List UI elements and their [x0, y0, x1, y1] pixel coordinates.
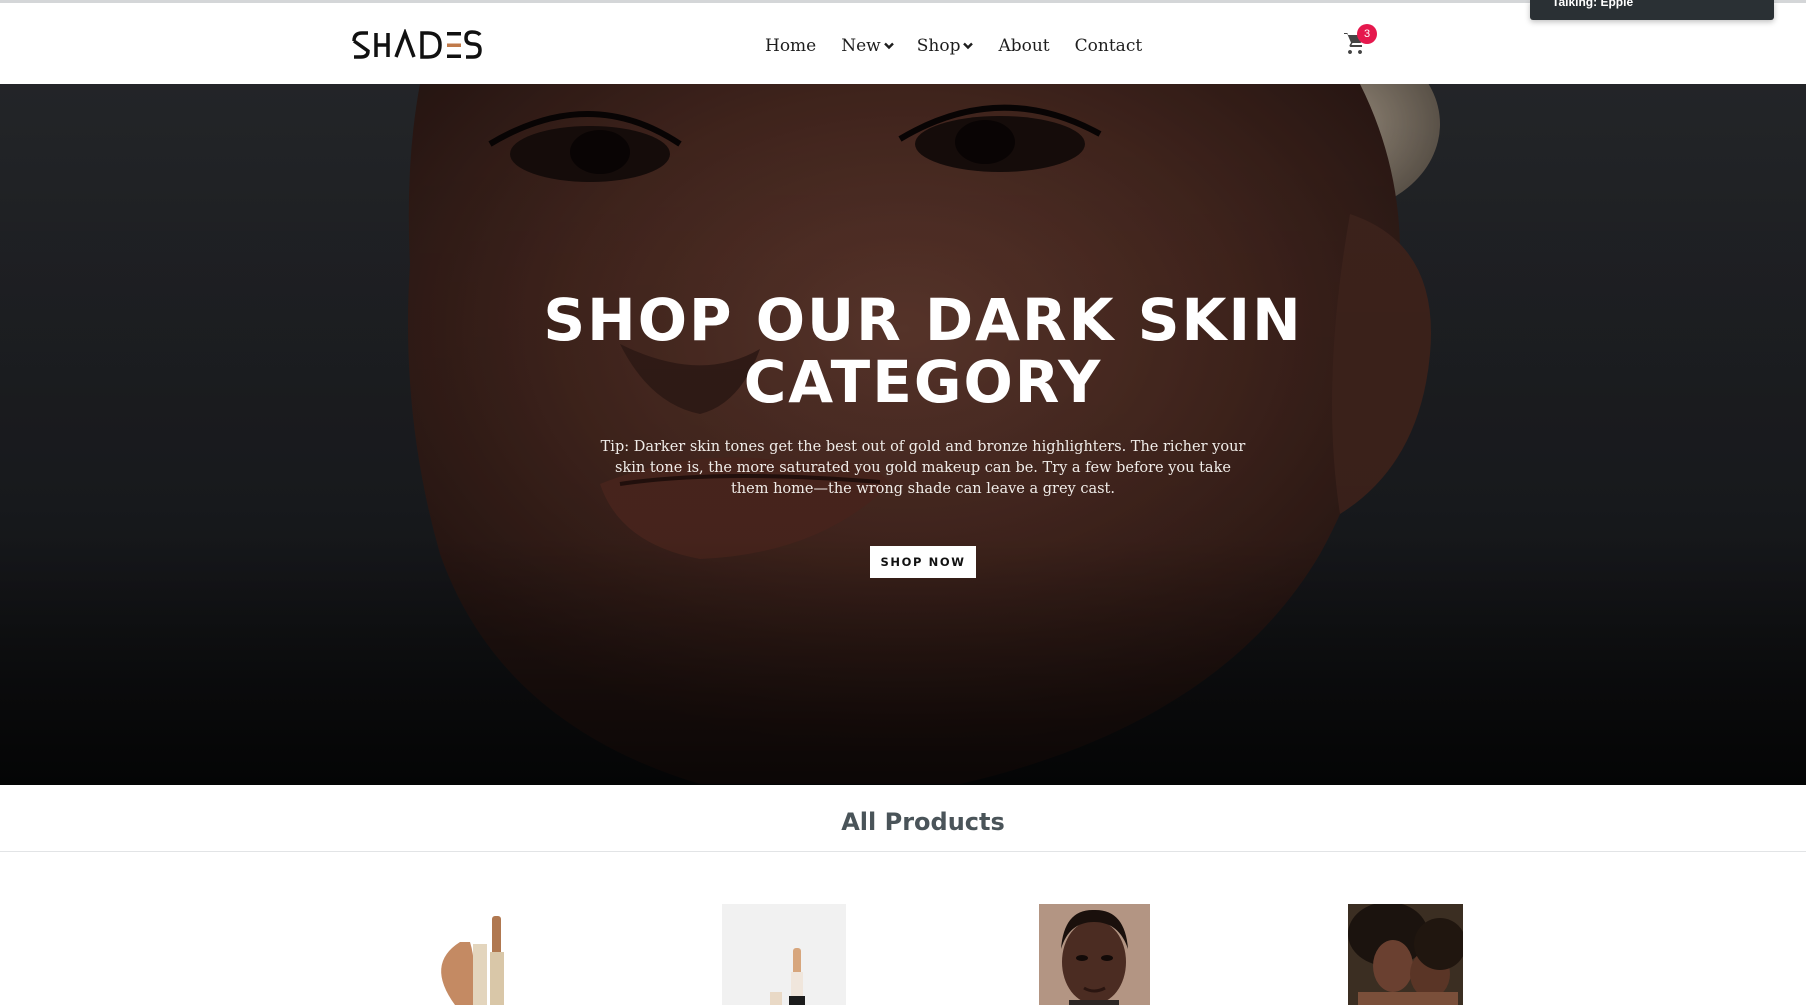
toast-text: Talking: Epple — [1552, 0, 1634, 9]
product-image — [722, 904, 846, 1005]
nav-new[interactable]: New — [841, 32, 894, 60]
nav-contact[interactable]: Contact — [1075, 32, 1143, 60]
cart-count-badge: 3 — [1357, 24, 1377, 44]
shop-now-button[interactable]: SHOP NOW — [870, 546, 976, 578]
main-nav: Home New Shop About Contact — [765, 32, 1142, 60]
nav-shop-label: Shop — [916, 36, 961, 56]
hero-title: SHOP OUR DARK SKIN CATEGORY — [543, 286, 1303, 416]
chevron-down-icon — [883, 42, 894, 50]
chevron-down-icon — [963, 42, 974, 50]
notification-toast[interactable]: Talking: Epple — [1530, 0, 1774, 20]
section-divider — [0, 851, 1806, 852]
product-image — [415, 904, 515, 1005]
hero-banner: SHOP OUR DARK SKIN CATEGORY Tip: Darker … — [0, 84, 1806, 785]
nav-new-label: New — [841, 36, 881, 56]
hero-background-image — [0, 84, 1806, 785]
product-card[interactable] — [415, 904, 515, 1005]
nav-home[interactable]: Home — [765, 32, 816, 60]
product-image — [1348, 904, 1463, 1005]
hero-tip-text: Tip: Darker skin tones get the best out … — [600, 439, 1246, 497]
nav-contact-label: Contact — [1074, 36, 1143, 56]
all-products-heading: All Products — [841, 808, 1005, 836]
nav-home-label: Home — [765, 36, 817, 56]
nav-about[interactable]: About — [998, 32, 1049, 60]
product-card[interactable] — [722, 904, 846, 1005]
nav-about-label: About — [998, 36, 1050, 56]
nav-shop[interactable]: Shop — [917, 32, 974, 60]
product-card[interactable] — [1039, 904, 1150, 1005]
shades-logo[interactable] — [352, 29, 482, 59]
product-image — [1039, 904, 1150, 1005]
product-card[interactable] — [1348, 904, 1463, 1005]
